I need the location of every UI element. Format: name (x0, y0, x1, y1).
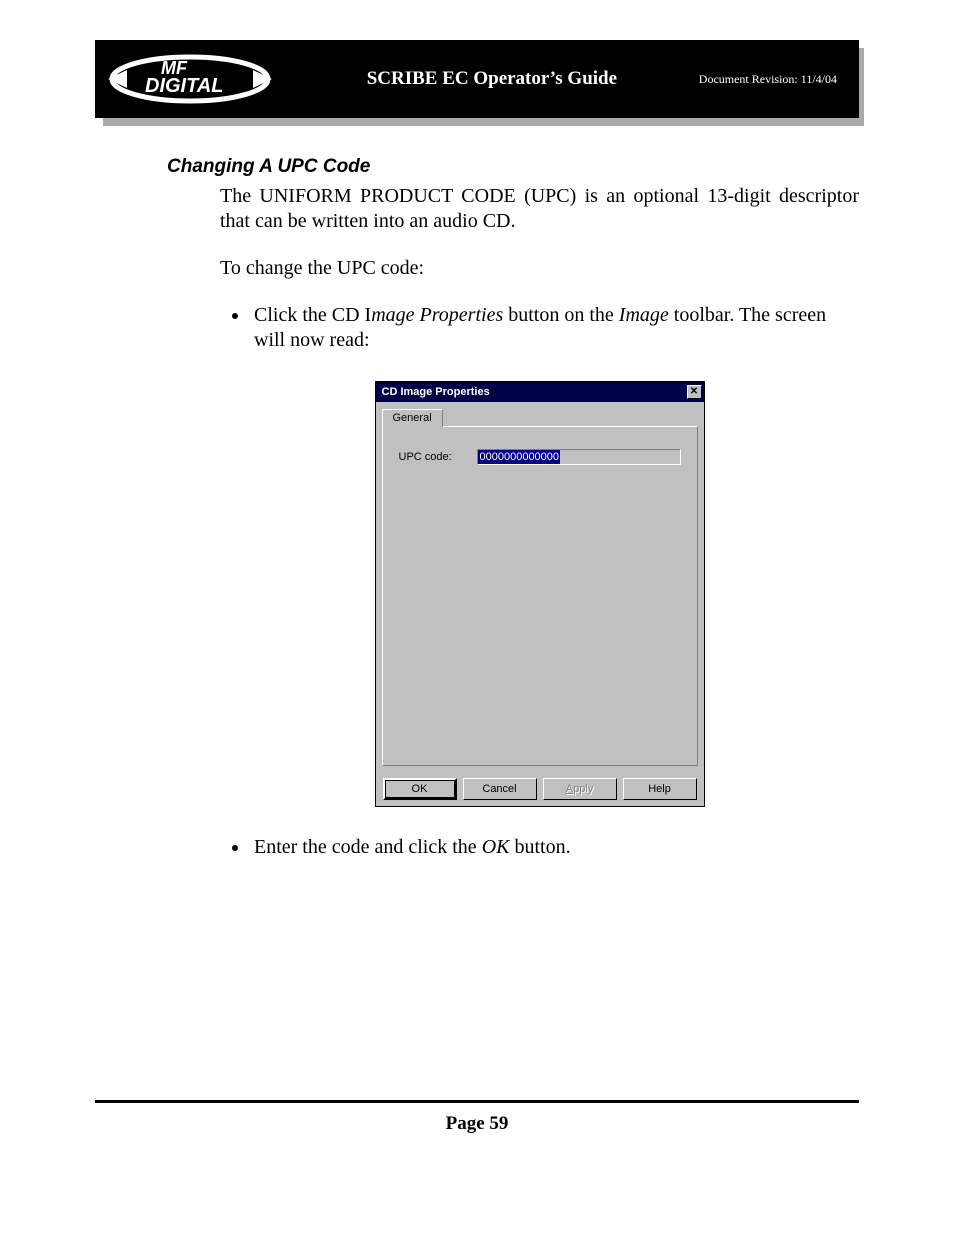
page-number: Page 59 (95, 1113, 859, 1135)
bullet2-em: OK (482, 836, 510, 858)
tab-general[interactable]: General (382, 409, 443, 427)
bullet2-text-post: button. (509, 836, 570, 858)
bullet1-em1: mage Properties (371, 304, 503, 326)
document-header: MF DIGITAL SCRIBE EC Operator’s Guide Do… (95, 40, 859, 118)
dialog-titlebar: CD Image Properties ✕ (376, 382, 704, 402)
bullet-step-1: Click the CD Image Properties button on … (250, 303, 859, 353)
upc-code-input[interactable] (477, 449, 681, 465)
paragraph-intro: The UNIFORM PRODUCT CODE (UPC) is an opt… (220, 184, 859, 234)
apply-button[interactable]: Apply (543, 778, 617, 800)
ok-button[interactable]: OK (383, 778, 457, 800)
bullet1-em2: Image (619, 304, 669, 326)
upc-code-label: UPC code: (399, 452, 459, 463)
mf-digital-logo: MF DIGITAL (95, 40, 285, 118)
cancel-button[interactable]: Cancel (463, 778, 537, 800)
bullet-step-2: Enter the code and click the OK button. (250, 835, 859, 860)
footer-rule (95, 1100, 859, 1103)
help-button[interactable]: Help (623, 778, 697, 800)
close-icon[interactable]: ✕ (687, 385, 702, 399)
document-title: SCRIBE EC Operator’s Guide (285, 68, 699, 90)
paragraph-instruction: To change the UPC code: (220, 256, 859, 281)
document-revision: Document Revision: 11/4/04 (699, 72, 859, 87)
section-heading: Changing A UPC Code (167, 156, 859, 178)
apply-mnemonic: A (566, 783, 573, 795)
logo-text-line2: DIGITAL (145, 75, 224, 97)
dialog-tab-panel: UPC code: (382, 426, 698, 766)
cd-image-properties-dialog: CD Image Properties ✕ General UPC code: … (375, 381, 705, 807)
dialog-figure: CD Image Properties ✕ General UPC code: … (375, 381, 705, 807)
dialog-title: CD Image Properties (382, 387, 687, 398)
bullet1-text-mid: button on the (503, 304, 619, 326)
bullet1-text-pre: Click the CD I (254, 304, 371, 326)
bullet2-text-pre: Enter the code and click the (254, 836, 482, 858)
apply-rest: pply (573, 783, 593, 795)
header-bar: MF DIGITAL SCRIBE EC Operator’s Guide Do… (95, 40, 859, 118)
